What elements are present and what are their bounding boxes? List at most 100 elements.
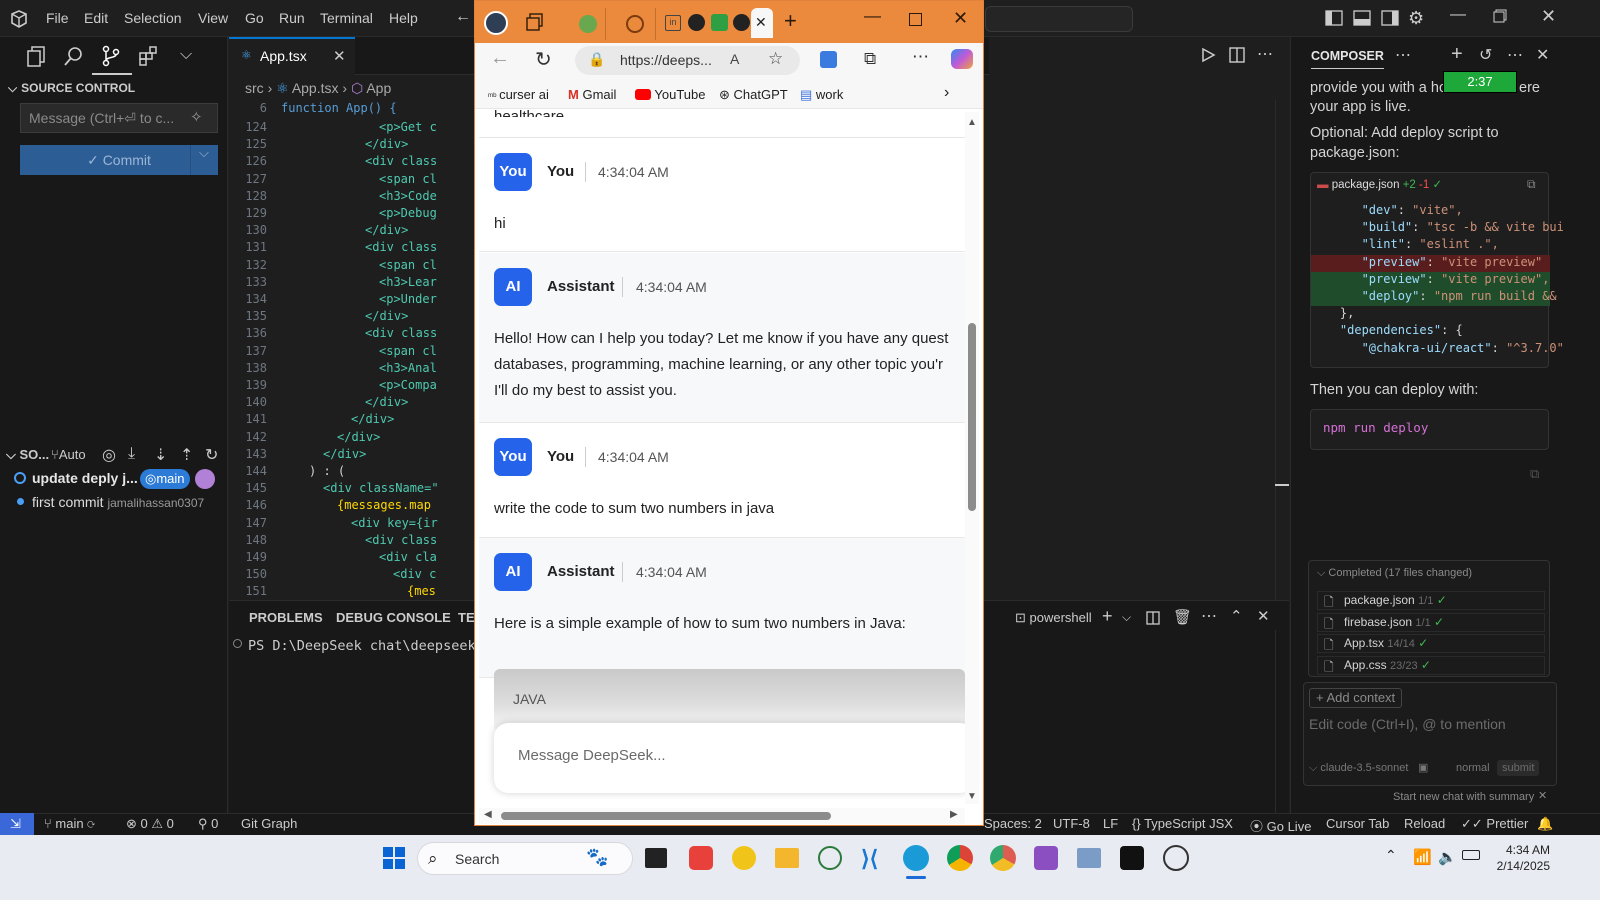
status-branch[interactable]: ⑂ main ⟳ [44, 816, 95, 831]
scrollbar-thumb[interactable] [968, 323, 976, 511]
close-window-icon[interactable]: ✕ [953, 8, 968, 29]
bookmark-gmail[interactable]: M Gmail [568, 87, 616, 102]
model-selector[interactable]: ⌵ claude-3.5-sonnet [1309, 762, 1408, 775]
split-editor-icon[interactable] [1229, 47, 1245, 63]
collapse-chevron-icon[interactable]: ⌵ [8, 81, 17, 95]
source-control-graph-header[interactable]: ⌵ SO... [6, 447, 49, 463]
minimize-icon[interactable]: — [864, 6, 881, 26]
status-language[interactable]: {} TypeScript JSX [1132, 816, 1233, 831]
more-icon[interactable]: ⋯ [1395, 45, 1411, 65]
maximize-panel-icon[interactable]: ⌃ [1230, 607, 1243, 625]
code-line[interactable]: 151 {mes [229, 583, 479, 600]
scroll-down-arrow-icon[interactable]: ▼ [967, 791, 977, 802]
trash-icon[interactable]: 🗑 [1173, 608, 1192, 626]
code-line[interactable]: 149 <div cla [229, 549, 479, 566]
breadcrumb-src[interactable]: src [245, 80, 264, 96]
status-reload[interactable]: Reload [1404, 816, 1445, 831]
menu-selection[interactable]: Selection [124, 10, 182, 26]
file-explorer-icon[interactable] [775, 848, 799, 868]
submit-button[interactable]: submit [1497, 760, 1540, 776]
nav-back-icon[interactable]: ← [455, 8, 471, 26]
commit-dropdown-button[interactable]: ⌵ [190, 145, 218, 175]
bookmark-curser-ai[interactable]: ᵐᵇ curser ai [488, 87, 549, 102]
status-encoding[interactable]: UTF-8 [1053, 816, 1090, 831]
status-cursor-tab[interactable]: Cursor Tab [1326, 816, 1389, 831]
completed-summary[interactable]: ⌵ Completed (17 files changed) [1317, 567, 1472, 580]
close-tab-icon[interactable]: ✕ [333, 47, 346, 65]
menu-view[interactable]: View [198, 10, 228, 26]
add-context-button[interactable]: + Add context [1309, 688, 1403, 708]
status-prettier[interactable]: ✓✓ Prettier [1461, 816, 1528, 832]
code-line[interactable]: 130 </div> [229, 222, 479, 239]
close-window-icon[interactable]: ✕ [1541, 6, 1556, 27]
status-git-graph[interactable]: Git Graph [241, 816, 297, 831]
back-arrow-icon[interactable]: ← [490, 47, 510, 70]
close-panel-icon[interactable]: ✕ [1257, 607, 1270, 625]
code-line[interactable]: 127 <span cl [229, 171, 479, 188]
bookmark-chatgpt[interactable]: ⊛ ChatGPT [719, 87, 788, 103]
diff-file-header[interactable]: ▬ package.json +2 -1 ✓ [1317, 177, 1442, 191]
cursor-app-icon[interactable] [1120, 846, 1144, 870]
close-tab-icon[interactable]: ✕ [755, 14, 767, 31]
photos-icon[interactable] [1077, 848, 1101, 868]
chevron-down-icon[interactable]: ⌵ [1122, 610, 1131, 625]
composer-input[interactable]: Edit code (Ctrl+I), @ to mention [1309, 716, 1506, 732]
image-icon[interactable]: ▣ [1418, 761, 1428, 774]
explorer-icon[interactable] [26, 45, 48, 67]
composer-title[interactable]: COMPOSER [1311, 49, 1384, 69]
chrome-icon[interactable] [947, 845, 973, 871]
battery-icon[interactable] [1462, 850, 1480, 860]
target-icon[interactable]: ◎ [102, 445, 116, 465]
start-new-chat-link[interactable]: Start new chat with summary [1393, 791, 1534, 803]
task-view-icon[interactable] [645, 848, 667, 868]
search-icon[interactable] [63, 45, 85, 67]
notifications-bell-icon[interactable]: 🔔 [1537, 816, 1553, 832]
commit-row[interactable]: update deply j... [32, 470, 138, 486]
code-line[interactable]: 124 <p>Get c [229, 119, 479, 136]
refresh-icon[interactable]: ↻ [205, 445, 218, 465]
code-line[interactable]: 139 <p>Compa [229, 377, 479, 394]
more-actions-icon[interactable]: ⋯ [1201, 606, 1217, 626]
scroll-left-arrow-icon[interactable]: ◀ [484, 809, 492, 820]
menu-run[interactable]: Run [279, 10, 305, 26]
terminal-scrollbar[interactable] [1275, 630, 1289, 813]
close-composer-icon[interactable]: ✕ [1536, 45, 1549, 65]
more-bookmarks-chevron-icon[interactable]: › [944, 84, 949, 102]
favorite-star-icon[interactable]: ☆ [768, 49, 783, 69]
new-tab-icon[interactable]: + [784, 8, 797, 34]
more-actions-icon[interactable]: ⋯ [1507, 45, 1523, 65]
linkedin-tab-icon[interactable]: in [665, 15, 681, 31]
translate-icon[interactable] [820, 51, 837, 68]
code-line[interactable]: 138 <h3>Anal [229, 360, 479, 377]
bookmark-youtube[interactable]: YouTube [635, 87, 705, 102]
code-line[interactable]: 146 {messages.map [229, 497, 479, 514]
menu-edit[interactable]: Edit [84, 10, 108, 26]
wifi-icon[interactable]: 📶 [1413, 848, 1432, 866]
terminal-shell-selector[interactable]: ⊡ powershell [1015, 610, 1092, 626]
github-tab-icon[interactable] [688, 14, 705, 31]
profile-avatar[interactable] [484, 11, 508, 35]
active-browser-tab[interactable]: ✕ [751, 8, 773, 38]
breadcrumb-symbol[interactable]: App [366, 80, 391, 96]
menu-go[interactable]: Go [245, 10, 264, 26]
workspaces-icon[interactable] [526, 13, 544, 31]
browser-tab[interactable] [606, 8, 656, 40]
taskbar-search-box[interactable]: ⌕ Search 🐾 [417, 842, 633, 875]
tab-problems[interactable]: PROBLEMS [249, 610, 323, 625]
tray-chevron-up-icon[interactable]: ⌃ [1385, 847, 1397, 864]
code-line[interactable]: 131 <div class [229, 239, 479, 256]
code-line[interactable]: 141 </div> [229, 411, 479, 428]
code-line[interactable]: 144) : ( [229, 463, 479, 480]
menu-help[interactable]: Help [389, 10, 418, 26]
copy-icon[interactable]: ⧉ [1530, 466, 1539, 482]
maximize-icon[interactable] [909, 13, 922, 26]
app-icon[interactable] [732, 846, 756, 870]
menu-terminal[interactable]: Terminal [320, 10, 373, 26]
tab-app-tsx[interactable]: ⚛ App.tsx ✕ [229, 37, 355, 75]
toggle-secondary-sidebar-icon[interactable] [1381, 10, 1399, 26]
editor-scrollbar[interactable] [1275, 100, 1289, 600]
clock-time[interactable]: 4:34 AM [1494, 843, 1550, 857]
whatsapp-icon[interactable] [818, 846, 842, 870]
clock-app-icon[interactable] [1163, 845, 1189, 871]
command-center[interactable] [985, 6, 1133, 32]
